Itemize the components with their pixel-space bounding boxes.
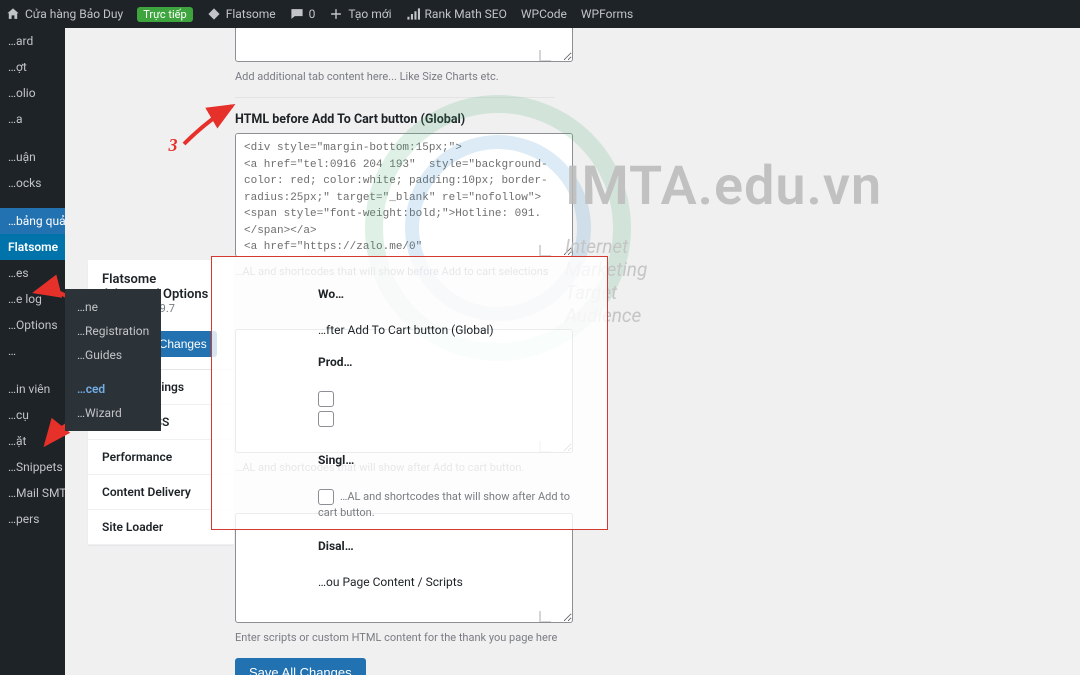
tab-content-help: Add additional tab content here... Like … [235, 70, 685, 83]
submenu-item[interactable]: …Registration [65, 319, 161, 343]
bars-icon [406, 7, 420, 21]
adminmenu-item[interactable] [0, 196, 65, 208]
flatsome-submenu: …ne…Registration…Guides …ced…Wizard [65, 289, 161, 431]
adminmenu-item[interactable]: …pers [0, 506, 65, 532]
before-cart-label: HTML before Add To Cart button (Global) [235, 112, 685, 127]
admin-menu: …ard…ợt…olio…a …uận…ocks …bảng quản trịFla… [0, 28, 65, 675]
form-column: Add additional tab content here... Like … [235, 28, 685, 675]
adminmenu-item[interactable]: …ợt [0, 54, 65, 80]
adminbar-live-badge: Trực tiếp [137, 7, 192, 22]
admin-bar: Cửa hàng Bảo Duy Trực tiếp Flatsome 0 Tạ… [0, 0, 1080, 28]
submenu-item[interactable]: …Guides [65, 343, 161, 367]
adminmenu-item[interactable]: …ard [0, 28, 65, 54]
adminbar-rankmath[interactable]: Rank Math SEO [406, 7, 507, 21]
settings-nav-item[interactable]: Content Delivery [88, 475, 234, 510]
adminmenu-item[interactable] [0, 364, 65, 376]
after-cart-help: …AL and shortcodes that will show after … [235, 461, 685, 474]
adminbar-comments[interactable]: 0 [290, 7, 316, 21]
adminmenu-item[interactable]: …ocks [0, 170, 65, 196]
thankyou-help: Enter scripts or custom HTML content for… [235, 631, 685, 644]
adminmenu-item[interactable]: … [0, 338, 65, 364]
submenu-item[interactable] [65, 367, 161, 377]
adminmenu-item[interactable]: …a [0, 106, 65, 132]
before-cart-textarea[interactable] [235, 133, 573, 257]
adminbar-wpforms[interactable]: WPForms [581, 7, 633, 21]
adminmenu-item[interactable]: …in viên [0, 376, 65, 402]
adminbar-new[interactable]: Tạo mới [329, 7, 391, 21]
plus-icon [329, 7, 343, 21]
before-cart-help: …AL and shortcodes that will show before… [235, 265, 685, 278]
home-icon [6, 7, 20, 21]
adminmenu-item[interactable]: …Snippets [0, 454, 65, 480]
adminmenu-item[interactable]: Flatsome [0, 234, 65, 260]
diamond-icon [207, 7, 221, 21]
adminmenu-item[interactable]: …olio [0, 80, 65, 106]
adminbar-theme[interactable]: Flatsome [207, 7, 276, 21]
sidebar-title-1: Flatsome [102, 272, 220, 287]
adminmenu-item[interactable] [0, 132, 65, 144]
submenu-item[interactable]: …ne [65, 295, 161, 319]
submenu-item[interactable]: …Wizard [65, 401, 161, 425]
badge-3: 3 [162, 134, 184, 156]
save-all-button-bottom[interactable]: Save All Changes [235, 658, 366, 675]
adminmenu-item[interactable]: …bảng quản trị [0, 208, 65, 234]
settings-nav-item[interactable]: Performance [88, 440, 234, 475]
adminmenu-item[interactable]: …uận [0, 144, 65, 170]
adminmenu-item[interactable]: …Mail SMTP [0, 480, 65, 506]
submenu-item[interactable]: …ced [65, 377, 161, 401]
thankyou-textarea[interactable] [235, 513, 573, 623]
comment-icon [290, 7, 304, 21]
adminbar-wpcode[interactable]: WPCode [521, 7, 567, 21]
settings-nav-item[interactable]: Site Loader [88, 510, 234, 545]
arrow-3 [178, 100, 238, 154]
after-cart-textarea[interactable] [235, 329, 573, 453]
adminbar-site[interactable]: Cửa hàng Bảo Duy [6, 7, 123, 21]
